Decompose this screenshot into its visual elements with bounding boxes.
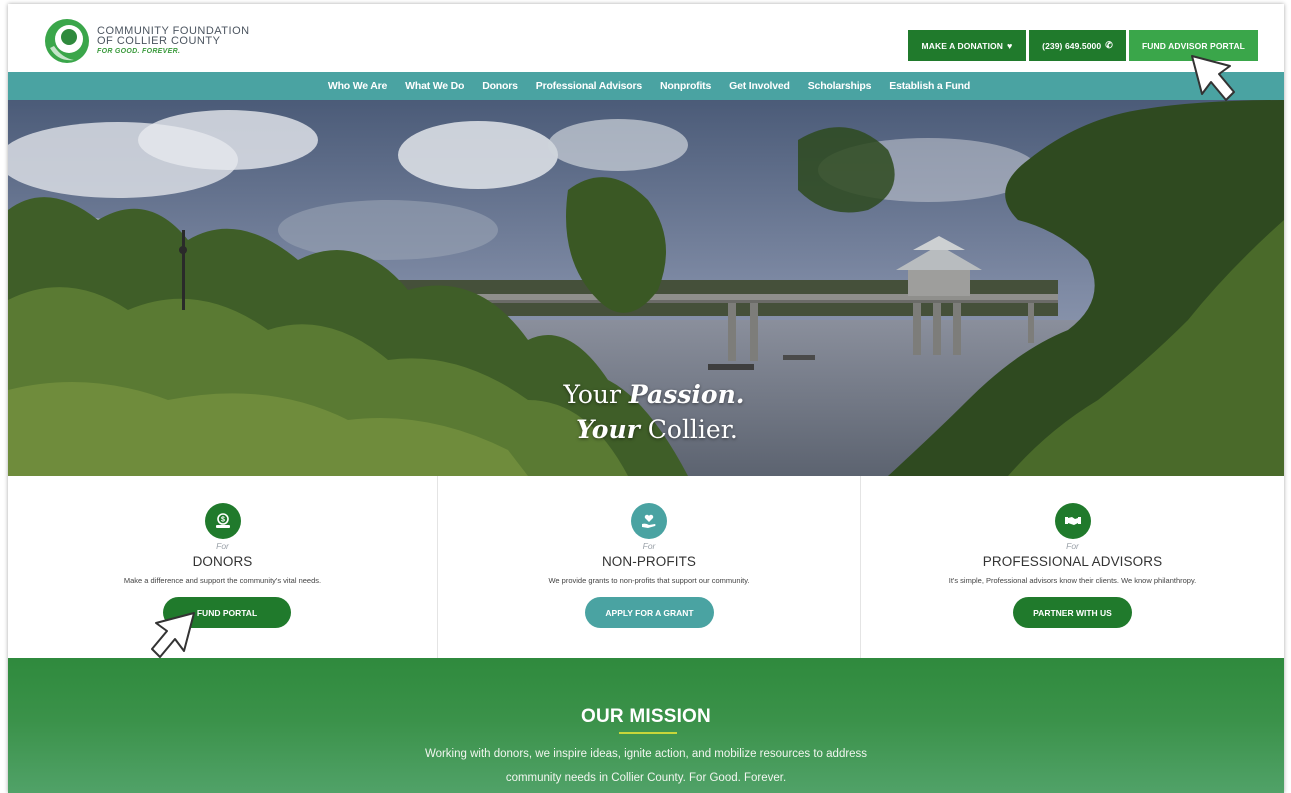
card-for-label: For	[642, 541, 656, 551]
phone-label: (239) 649.5000	[1042, 40, 1102, 51]
hero-line2-a: Your	[576, 415, 640, 444]
hero-banner: Your Passion. Your Collier.	[8, 100, 1284, 476]
card-description: It's simple, Professional advisors know …	[948, 576, 1197, 585]
card-title: PROFESSIONAL ADVISORS	[982, 554, 1163, 569]
browser-page: COMMUNITY FOUNDATION OF COLLIER COUNTY F…	[8, 4, 1284, 793]
mission-title: OUR MISSION	[581, 706, 711, 727]
mission-line-2: community needs in Collier County. For G…	[505, 772, 787, 784]
mission-text: Working with donors, we inspire ideas, i…	[8, 742, 1284, 790]
nav-item-nonprofits[interactable]: Nonprofits	[660, 80, 711, 92]
mission-line-1: Working with donors, we inspire ideas, i…	[424, 748, 868, 760]
fund-advisor-portal-label: FUND ADVISOR PORTAL	[1142, 40, 1245, 51]
audience-cards: $ For DONORS Make a difference and suppo…	[8, 476, 1284, 658]
pointer-arrow-icon	[1191, 55, 1235, 101]
site-header: COMMUNITY FOUNDATION OF COLLIER COUNTY F…	[8, 4, 1284, 72]
heart-hand-icon	[631, 503, 667, 539]
card-description: Make a difference and support the commun…	[123, 576, 322, 585]
logo-line-2: OF COLLIER COUNTY	[97, 35, 221, 47]
make-donation-label: MAKE A DONATION	[921, 40, 1003, 51]
phone-icon: ✆	[1105, 40, 1113, 50]
main-nav: Who We Are What We Do Donors Professiona…	[8, 72, 1284, 100]
card-for-label: For	[216, 541, 229, 551]
hero-line1-a: Your	[563, 380, 629, 409]
handshake-icon	[1054, 503, 1091, 539]
apply-for-grant-button[interactable]: APPLY FOR A GRANT	[585, 597, 714, 628]
card-for-label: For	[1066, 541, 1079, 551]
nav-item-get-involved[interactable]: Get Involved	[729, 80, 790, 92]
card-description: We provide grants to non-profits that su…	[548, 576, 750, 585]
nav-item-scholarships[interactable]: Scholarships	[808, 80, 872, 92]
nav-item-what-we-do[interactable]: What We Do	[405, 80, 464, 92]
heart-icon: ♥	[1007, 40, 1013, 51]
pointer-arrow-icon	[151, 612, 195, 658]
nav-item-professional-advisors[interactable]: Professional Advisors	[536, 80, 642, 92]
logo-mark-icon	[45, 19, 89, 63]
nav-item-establish-a-fund[interactable]: Establish a Fund	[889, 80, 970, 92]
phone-button[interactable]: (239) 649.5000 ✆	[1029, 30, 1126, 61]
logo-text: COMMUNITY FOUNDATION OF COLLIER COUNTY F…	[97, 26, 250, 56]
make-donation-button[interactable]: MAKE A DONATION ♥	[908, 30, 1026, 61]
mission-divider	[619, 732, 677, 734]
card-non-profits: For NON-PROFITS We provide grants to non…	[438, 476, 861, 658]
nav-item-who-we-are[interactable]: Who We Are	[328, 80, 387, 92]
hero-line1-b: Passion.	[628, 380, 745, 409]
money-hand-icon: $	[204, 503, 241, 539]
svg-text:$: $	[221, 517, 225, 524]
hero-heading-line-2: Your Collier.	[8, 415, 1284, 444]
logo-tagline: FOR GOOD. FOREVER.	[97, 48, 181, 55]
partner-with-us-button[interactable]: PARTNER WITH US	[1013, 597, 1132, 628]
card-professional-advisors: For PROFESSIONAL ADVISORS It's simple, P…	[861, 476, 1284, 658]
card-title: NON-PROFITS	[601, 554, 697, 569]
card-donors: $ For DONORS Make a difference and suppo…	[8, 476, 438, 658]
hero-line2-b: Collier.	[639, 415, 738, 444]
site-logo[interactable]: COMMUNITY FOUNDATION OF COLLIER COUNTY F…	[44, 18, 264, 66]
mission-section: OUR MISSION Working with donors, we insp…	[8, 658, 1284, 793]
card-title: DONORS	[192, 554, 253, 569]
hero-heading-line-1: Your Passion.	[8, 380, 1284, 409]
nav-item-donors[interactable]: Donors	[482, 80, 518, 92]
